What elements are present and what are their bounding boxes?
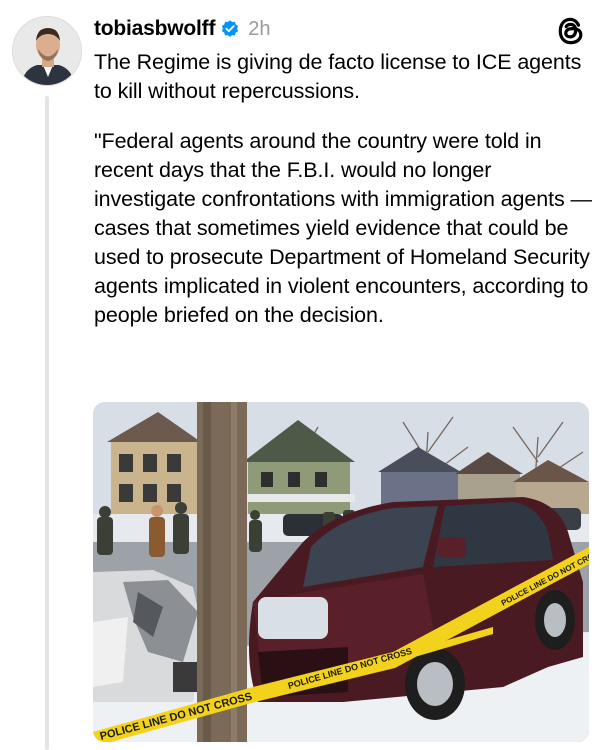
- post-paragraph: "Federal agents around the country were …: [94, 129, 592, 327]
- avatar-image: [13, 17, 81, 85]
- threads-logo-icon[interactable]: [554, 14, 588, 48]
- photo-scene: POLICE LINE DO NOT CROSS POLICE LINE DO …: [93, 402, 589, 742]
- post-photo[interactable]: POLICE LINE DO NOT CROSS POLICE LINE DO …: [93, 402, 589, 742]
- username[interactable]: tobiasbwolff: [94, 17, 215, 41]
- avatar[interactable]: [12, 16, 82, 86]
- verified-badge-icon: [222, 20, 239, 37]
- thread-line: [45, 96, 49, 750]
- post-timestamp: 2h: [248, 17, 271, 40]
- post-paragraph: The Regime is giving de facto license to…: [94, 50, 582, 103]
- post-header: tobiasbwolff 2h: [94, 12, 548, 46]
- post-body: The Regime is giving de facto license to…: [94, 48, 594, 351]
